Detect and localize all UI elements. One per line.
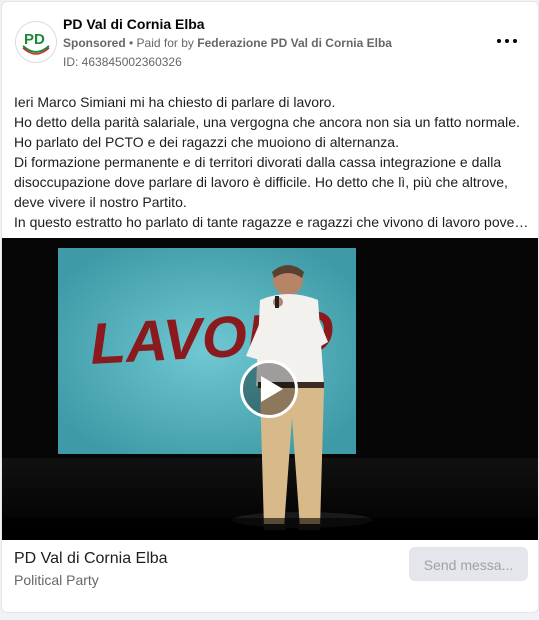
ad-id: ID: 463845002360326	[63, 55, 182, 69]
paid-for-prefix: • Paid for by	[125, 36, 198, 50]
ad-header: PD PD Val di Cornia Elba Sponsored • Pai…	[2, 2, 538, 82]
page-avatar[interactable]: PD	[15, 21, 57, 63]
post-text: Ieri Marco Simiani mi ha chiesto di parl…	[14, 92, 529, 232]
more-options-button[interactable]	[496, 32, 518, 50]
post-line: disoccupazione dove parlare di lavoro è …	[14, 174, 508, 190]
footer-category: Political Party	[14, 572, 99, 588]
post-line: Ieri Marco Simiani mi ha chiesto di parl…	[14, 94, 336, 110]
more-dot	[505, 39, 509, 43]
sponsored-label: Sponsored	[63, 36, 126, 50]
paid-for-by[interactable]: Federazione PD Val di Cornia Elba	[197, 36, 392, 50]
play-button[interactable]	[240, 360, 298, 418]
send-message-button[interactable]: Send messa...	[409, 547, 528, 581]
footer-page-name[interactable]: PD Val di Cornia Elba	[14, 550, 168, 568]
page-name[interactable]: PD Val di Cornia Elba	[63, 16, 205, 32]
more-horizontal-icon	[497, 39, 501, 43]
ad-footer: PD Val di Cornia Elba Political Party Se…	[2, 540, 538, 612]
post-line[interactable]: In questo estratto ho parlato di tante r…	[14, 212, 529, 232]
logo-letters: PD	[24, 31, 45, 48]
ad-card: PD PD Val di Cornia Elba Sponsored • Pai…	[1, 1, 539, 613]
more-dot	[513, 39, 517, 43]
video-player[interactable]: LAVORO	[2, 238, 538, 540]
post-line: deve vivere il nostro Partito.	[14, 194, 187, 210]
pd-logo-icon: PD	[16, 22, 56, 62]
post-line: Ho detto della parità salariale, una ver…	[14, 114, 520, 130]
post-line: Di formazione permanente e di territori …	[14, 154, 502, 170]
play-icon	[261, 376, 283, 402]
post-line: Ho parlato del PCTO e dei ragazzi che mu…	[14, 134, 399, 150]
sponsor-line: Sponsored • Paid for by Federazione PD V…	[63, 36, 392, 50]
